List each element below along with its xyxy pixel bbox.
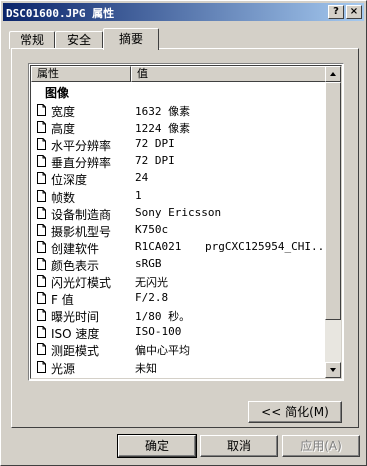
property-value: R1CA021 (135, 239, 182, 253)
property-list[interactable]: 属性 值 图像 宽度 1632 像素 高度 1224 像素 水平分辨率 72 DPI 垂直分… (28, 63, 344, 381)
property-row[interactable]: 闪光灯模式 无闪光 (31, 273, 329, 290)
apply-button: 应用(A) (282, 435, 360, 457)
property-value: 1/80 秒。 (135, 310, 191, 324)
property-value-extra: prgCXC125954_CHI... (205, 239, 331, 253)
property-name: 宽度 (51, 105, 76, 119)
column-header-property[interactable]: 属性 (31, 66, 131, 82)
property-name: F 值 (51, 293, 74, 308)
document-icon (37, 121, 46, 134)
property-name: 测距模式 (51, 344, 100, 359)
document-icon (37, 257, 46, 270)
ok-button[interactable]: 确定 (117, 434, 197, 458)
property-row[interactable]: 曝光时间 1/80 秒。 (31, 307, 329, 324)
property-row[interactable]: 高度 1224 像素 (31, 119, 329, 136)
scroll-down-arrow-icon (330, 368, 336, 372)
property-row[interactable]: 垂直分辨率 72 DPI (31, 153, 329, 170)
property-name: 闪光灯模式 (51, 276, 112, 290)
property-name: 位深度 (51, 173, 88, 188)
tab-security[interactable]: 安全 (55, 31, 103, 49)
property-row[interactable]: 设备制造商 Sony Ericsson (31, 205, 329, 222)
document-icon (37, 275, 46, 287)
close-button[interactable]: × (346, 5, 362, 19)
property-value: 72 DPI (135, 154, 175, 168)
scroll-up-arrow-icon (330, 72, 336, 76)
document-icon (37, 155, 46, 168)
document-icon (37, 377, 44, 378)
property-name: 帧数 (51, 190, 76, 205)
vertical-scrollbar[interactable] (325, 66, 341, 378)
property-value: F/2.8 (135, 291, 169, 305)
document-icon (37, 326, 46, 339)
document-icon (37, 172, 46, 185)
scrollbar-thumb[interactable] (325, 82, 341, 320)
property-value: 1632 像素 (135, 105, 191, 118)
document-icon (37, 343, 46, 356)
property-name: 设备制造商 (51, 207, 112, 222)
scroll-up-button[interactable] (325, 66, 341, 82)
property-value: 无闪光 (135, 276, 168, 289)
title-bar[interactable]: DSC01600.JPG 属性 ? × (3, 3, 364, 21)
property-row[interactable]: 帧数 1 (31, 188, 329, 205)
property-row[interactable]: ISO 速度 ISO-100 (31, 324, 329, 341)
property-row[interactable]: 摄影机型号 K750c (31, 222, 329, 239)
property-name: ISO 速度 (51, 327, 100, 342)
property-name: 颜色表示 (51, 258, 100, 273)
property-name: 曝光补偿 (51, 377, 99, 378)
property-row[interactable]: 位深度 24 (31, 170, 329, 187)
property-value: K750c (135, 222, 169, 236)
document-icon (37, 223, 46, 236)
property-value: 72 DPI (135, 137, 175, 151)
simplify-button[interactable]: << 简化(M) (248, 401, 342, 423)
property-value: Sony Ericsson (135, 205, 222, 219)
property-value: 0 步骤 (135, 377, 170, 378)
property-name: 曝光时间 (51, 310, 100, 325)
property-value: 24 (135, 171, 149, 185)
property-row[interactable]: 创建软件 R1CA021 prgCXC125954_CHI... (31, 239, 331, 256)
property-name: 创建软件 (51, 241, 100, 256)
property-name: 光源 (51, 361, 76, 376)
property-value: 1224 像素 (135, 122, 191, 136)
property-value: sRGB (135, 256, 162, 270)
document-icon (37, 104, 46, 116)
scroll-down-button[interactable] (325, 362, 341, 378)
property-row[interactable]: 曝光补偿 0 步骤 (31, 376, 329, 378)
property-row[interactable]: 测距模式 偏中心平均 (31, 341, 329, 358)
section-header-image: 图像 (45, 86, 70, 100)
document-icon (37, 360, 46, 373)
tab-panel-summary: 属性 值 图像 宽度 1632 像素 高度 1224 像素 水平分辨率 72 DPI 垂直分… (11, 48, 359, 428)
document-icon (37, 240, 46, 253)
help-button[interactable]: ? (328, 5, 344, 19)
window-title: DSC01600.JPG 属性 (6, 7, 115, 20)
properties-dialog: DSC01600.JPG 属性 ? × 常规 安全 摘要 属性 值 图像 宽度 1… (0, 0, 367, 466)
property-row[interactable]: 水平分辨率 72 DPI (31, 136, 329, 153)
property-row[interactable]: 宽度 1632 像素 (31, 102, 329, 119)
property-value: ISO-100 (135, 325, 182, 339)
property-value: 未知 (135, 361, 157, 375)
cancel-button[interactable]: 取消 (200, 435, 278, 457)
document-icon (37, 189, 46, 202)
property-row[interactable]: 光源 未知 (31, 359, 329, 376)
property-row[interactable]: F 值 F/2.8 (31, 290, 329, 307)
document-icon (37, 138, 46, 151)
property-name: 摄影机型号 (51, 224, 112, 239)
property-name: 高度 (51, 122, 76, 137)
property-value: 1 (135, 188, 142, 202)
property-value: 偏中心平均 (135, 344, 190, 358)
property-row[interactable]: 颜色表示 sRGB (31, 256, 329, 273)
tab-general[interactable]: 常规 (9, 31, 55, 49)
tab-summary[interactable]: 摘要 (103, 28, 159, 50)
document-icon (37, 206, 46, 219)
document-icon (37, 292, 46, 305)
document-icon (37, 309, 46, 322)
column-header-value[interactable]: 值 (131, 66, 329, 82)
property-name: 垂直分辨率 (51, 156, 112, 171)
property-name: 水平分辨率 (51, 139, 112, 154)
